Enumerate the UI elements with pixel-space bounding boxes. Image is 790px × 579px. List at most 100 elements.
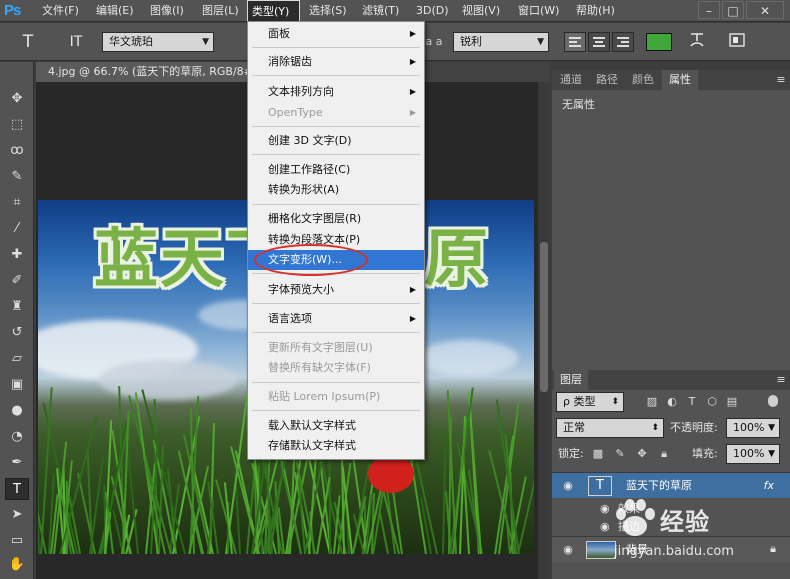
minimize-icon[interactable]: – [698, 1, 720, 19]
brush-tool-icon[interactable]: ✐ [5, 270, 29, 292]
healing-brush-tool-icon[interactable]: ✚ [5, 244, 29, 266]
tab-layers[interactable]: 图层 [554, 370, 588, 390]
text-orientation-icon[interactable]: IT [62, 31, 90, 53]
filter-toggle[interactable] [768, 395, 778, 407]
grass-blade [379, 512, 390, 554]
menu-edit[interactable]: 编辑(E) [92, 0, 138, 22]
menu-type[interactable]: 类型(Y) [247, 0, 300, 22]
menu-item-antialias[interactable]: 消除锯齿 ▶ [248, 52, 424, 72]
opacity-input[interactable]: 100% ▼ [726, 418, 780, 438]
scrollbar-thumb[interactable] [540, 242, 548, 392]
text-color-swatch[interactable] [646, 33, 672, 51]
lock-all-icon[interactable]: 🔒︎ [656, 447, 672, 461]
antialias-select[interactable]: 锐利 ▼ [453, 32, 549, 52]
type-tool-icon[interactable]: T [16, 31, 40, 53]
menu-separator [252, 204, 420, 205]
character-panel-icon[interactable] [726, 31, 748, 53]
submenu-arrow-icon: ▶ [409, 314, 416, 323]
menu-layer[interactable]: 图层(L) [198, 0, 243, 22]
align-right-button[interactable] [612, 32, 634, 52]
dodge-tool-icon[interactable]: ◔ [5, 426, 29, 448]
menu-item-font-preview-size[interactable]: 字体预览大小 ▶ [248, 280, 424, 300]
quick-select-tool-icon[interactable]: ✎ [5, 166, 29, 188]
blend-mode-select[interactable]: 正常 ⬍ [556, 418, 664, 438]
panel-collapse-strip[interactable] [552, 62, 790, 70]
path-select-tool-icon[interactable]: ➤ [5, 504, 29, 526]
type-tool-icon[interactable]: T [5, 478, 29, 500]
fill-label: 填充: [692, 447, 718, 460]
gradient-tool-icon[interactable]: ▣ [5, 374, 29, 396]
menu-3d[interactable]: 3D(D) [412, 0, 453, 22]
eye-icon[interactable]: ◉ [600, 500, 610, 518]
vertical-scrollbar[interactable] [538, 82, 550, 579]
menu-item-panels[interactable]: 面板 ▶ [248, 24, 424, 44]
no-properties-label: 无属性 [562, 98, 595, 111]
chevron-down-icon: ▼ [768, 423, 775, 433]
clone-stamp-tool-icon[interactable]: ♜ [5, 296, 29, 318]
close-icon[interactable]: ✕ [746, 1, 784, 19]
menu-item-create-work-path[interactable]: 创建工作路径(C) [248, 160, 424, 180]
hand-tool-icon[interactable]: ✋ [5, 554, 29, 576]
pen-tool-icon[interactable]: ✒ [5, 452, 29, 474]
menu-item-rasterize-type-layer[interactable]: 栅格化文字图层(R) [248, 209, 424, 229]
menu-view[interactable]: 视图(V) [458, 0, 504, 22]
lock-position-icon[interactable]: ✥ [634, 447, 650, 461]
menu-filter[interactable]: 滤镜(T) [358, 0, 403, 22]
menu-item-text-orientation[interactable]: 文本排列方向 ▶ [248, 82, 424, 102]
fill-input[interactable]: 100% ▼ [726, 444, 780, 464]
panel-menu-icon[interactable]: ≡ [774, 370, 788, 390]
menu-item-paste-lorem-ipsum: 粘贴 Lorem Ipsum(P) [268, 390, 381, 403]
menu-bar: Ps 文件(F) 编辑(E) 图像(I) 图层(L) 类型(Y) 选择(S) 滤… [0, 0, 790, 22]
menu-separator [252, 75, 420, 76]
menu-help[interactable]: 帮助(H) [572, 0, 619, 22]
type-filter-icon[interactable]: T [684, 395, 700, 409]
font-family-select[interactable]: 华文琥珀 ▼ [102, 32, 214, 52]
tab-color[interactable]: 颜色 [626, 70, 660, 90]
properties-body: 无属性 [552, 90, 790, 370]
warp-text-icon[interactable] [686, 31, 708, 53]
crop-tool-icon[interactable]: ⌗ [5, 192, 29, 214]
eyedropper-tool-icon[interactable]: ⁄ [5, 218, 29, 240]
menu-select[interactable]: 选择(S) [305, 0, 351, 22]
tab-properties[interactable]: 属性 [662, 70, 698, 90]
blur-tool-icon[interactable]: ● [5, 400, 29, 422]
rectangle-tool-icon[interactable]: ▭ [5, 530, 29, 552]
menu-item-save-default-type-styles[interactable]: 存储默认文字样式 [248, 436, 424, 456]
lock-pixels-icon[interactable]: ✎ [612, 447, 628, 461]
menu-image[interactable]: 图像(I) [146, 0, 188, 22]
layer-filter-select[interactable]: ρ 类型 ⬍ [556, 392, 624, 412]
align-left-button[interactable] [564, 32, 586, 52]
document-tab[interactable]: 4.jpg @ 66.7% (蓝天下的草原, RGB/8# [36, 62, 248, 82]
smart-object-filter-icon[interactable]: ▤ [724, 395, 740, 409]
menu-item-create-3d-text[interactable]: 创建 3D 文字(D) [248, 131, 424, 151]
adjustment-filter-icon[interactable]: ◐ [664, 395, 680, 409]
panel-menu-icon[interactable]: ≡ [774, 70, 788, 90]
marquee-tool-icon[interactable]: ⬚ [5, 114, 29, 136]
blend-mode-value: 正常 [563, 421, 585, 434]
menu-window[interactable]: 窗口(W) [514, 0, 563, 22]
eraser-tool-icon[interactable]: ▱ [5, 348, 29, 370]
tool-panel: ✥ ⬚ ꝏ ✎ ⌗ ⁄ ✚ ✐ ♜ ↺ ▱ ▣ ● ◔ ✒ T ➤ ▭ ✋ [0, 62, 34, 579]
menu-item-update-all-text-layers: 更新所有文字图层(U) [268, 341, 373, 354]
lock-label: 锁定: [558, 447, 584, 460]
tab-channels[interactable]: 通道 [554, 70, 588, 90]
chevron-icon: ⬍ [611, 397, 619, 407]
image-filter-icon[interactable]: ▨ [644, 395, 660, 409]
maximize-icon[interactable]: □ [722, 1, 744, 19]
chevron-down-icon: ▼ [537, 37, 544, 47]
tab-paths[interactable]: 路径 [590, 70, 624, 90]
move-tool-icon[interactable]: ✥ [5, 88, 29, 110]
chevron-down-icon: ▼ [202, 37, 209, 47]
eye-icon[interactable]: ◉ [560, 479, 576, 493]
eye-icon[interactable]: ◉ [560, 543, 576, 557]
menu-item-convert-to-shape[interactable]: 转换为形状(A) [248, 180, 424, 200]
lock-transparent-icon[interactable]: ▩ [590, 447, 606, 461]
menu-item-language-options[interactable]: 语言选项 ▶ [248, 309, 424, 329]
menu-file[interactable]: 文件(F) [38, 0, 83, 22]
align-center-button[interactable] [588, 32, 610, 52]
lasso-tool-icon[interactable]: ꝏ [5, 140, 29, 162]
eye-icon[interactable]: ◉ [600, 518, 610, 536]
history-brush-tool-icon[interactable]: ↺ [5, 322, 29, 344]
menu-item-load-default-type-styles[interactable]: 载入默认文字样式 [248, 416, 424, 436]
shape-filter-icon[interactable]: ⬡ [704, 395, 720, 409]
